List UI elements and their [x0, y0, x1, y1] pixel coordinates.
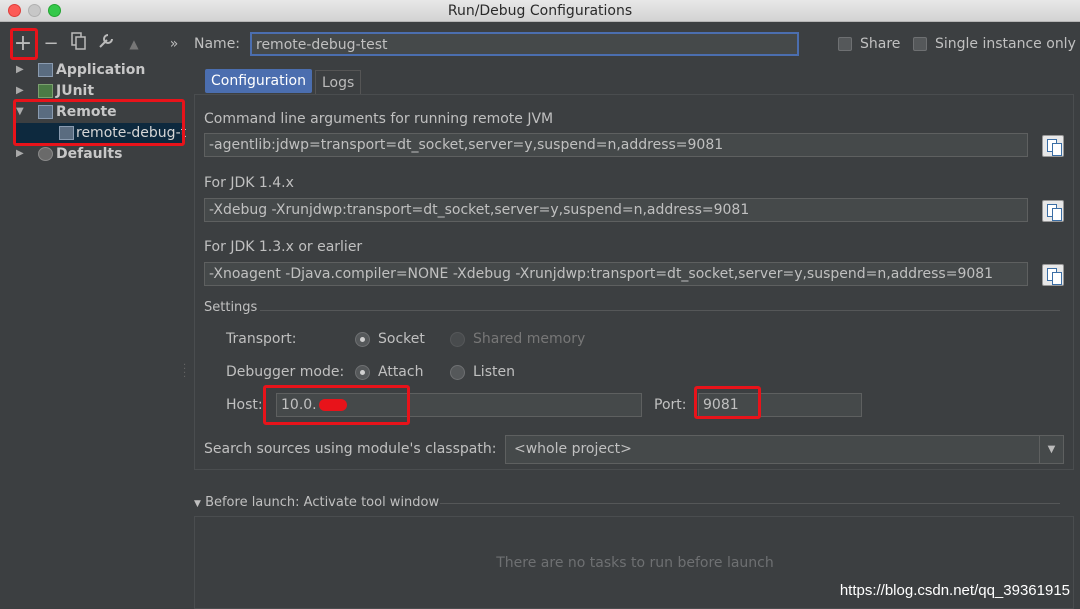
attach-label: Attach [378, 364, 424, 380]
classpath-label: Search sources using module's classpath: [204, 441, 497, 457]
share-label: Share [860, 36, 901, 52]
name-label: Name: [194, 36, 241, 52]
copy-jdk14-icon[interactable] [1042, 200, 1064, 222]
splitter-handle[interactable]: · · · · [183, 361, 186, 383]
socket-label: Socket [378, 331, 425, 347]
window-title: Run/Debug Configurations [447, 3, 633, 19]
cmd-args-label: Command line arguments for running remot… [204, 111, 554, 127]
jdk13-field[interactable]: -Xnoagent -Djava.compiler=NONE -Xdebug -… [204, 262, 1028, 286]
before-launch-header[interactable]: ▼ Before launch: Activate tool window [194, 495, 439, 510]
debugger-mode-label: Debugger mode: [226, 364, 345, 380]
copy-jdk13-icon[interactable] [1042, 264, 1064, 286]
shared-memory-label: Shared memory [473, 331, 586, 347]
before-launch-divider [440, 503, 1060, 504]
port-label: Port: [654, 397, 687, 413]
name-input[interactable]: remote-debug-test [250, 32, 799, 56]
watermark: https://blog.csdn.net/qq_39361915 [839, 582, 1070, 599]
tree-item-label: Defaults [56, 146, 123, 162]
copy-cmd-args-icon[interactable] [1042, 135, 1064, 157]
collapse-arrow-icon[interactable]: ▼ [194, 499, 201, 509]
defaults-gear-icon [38, 147, 53, 161]
junit-icon [38, 84, 53, 98]
socket-radio[interactable] [355, 332, 370, 347]
tab-configuration[interactable]: Configuration [205, 69, 312, 93]
jdk14-label: For JDK 1.4.x [204, 175, 294, 191]
tree-item-label: Application [56, 62, 146, 78]
transport-label: Transport: [226, 331, 297, 347]
title-bar: Run/Debug Configurations [0, 0, 1080, 22]
remote-tree-highlight [13, 99, 185, 146]
attach-radio[interactable] [355, 365, 370, 380]
single-instance-label: Single instance only [935, 36, 1076, 52]
port-highlight [694, 386, 761, 419]
expand-arrow-icon[interactable]: ▶ [16, 60, 24, 80]
empty-tasks-text: There are no tasks to run before launch [496, 555, 774, 571]
remove-configuration-button[interactable]: − [41, 32, 61, 56]
copy-configuration-icon[interactable] [69, 32, 89, 56]
settings-divider [260, 310, 1060, 311]
share-checkbox[interactable] [838, 37, 852, 51]
expand-arrow-icon[interactable]: ▶ [16, 144, 24, 164]
expand-arrow-icon[interactable]: ▶ [16, 81, 24, 101]
host-highlight [263, 385, 410, 425]
classpath-value: <whole project> [514, 441, 632, 457]
before-launch-label: Before launch: Activate tool window [205, 495, 440, 510]
tab-logs[interactable]: Logs [315, 70, 362, 94]
listen-radio[interactable] [450, 365, 465, 380]
minimize-window-button[interactable] [28, 4, 41, 17]
more-actions-button[interactable]: » [164, 32, 184, 56]
classpath-dropdown[interactable]: <whole project> ▼ [505, 435, 1064, 464]
cmd-args-field[interactable]: -agentlib:jdwp=transport=dt_socket,serve… [204, 133, 1028, 157]
host-label: Host: [226, 397, 263, 413]
chevron-down-icon[interactable]: ▼ [1039, 436, 1063, 463]
jdk13-label: For JDK 1.3.x or earlier [204, 239, 363, 255]
close-window-button[interactable] [8, 4, 21, 17]
wrench-icon[interactable] [96, 32, 116, 56]
listen-label: Listen [473, 364, 515, 380]
move-up-icon[interactable]: ▲ [124, 32, 144, 56]
settings-label: Settings [204, 300, 258, 315]
tree-item-label: JUnit [56, 83, 95, 99]
application-icon [38, 63, 53, 77]
add-button-highlight [10, 28, 38, 60]
maximize-window-button[interactable] [48, 4, 61, 17]
shared-memory-radio[interactable] [450, 332, 465, 347]
jdk14-field[interactable]: -Xdebug -Xrunjdwp:transport=dt_socket,se… [204, 198, 1028, 222]
single-instance-checkbox[interactable] [913, 37, 927, 51]
